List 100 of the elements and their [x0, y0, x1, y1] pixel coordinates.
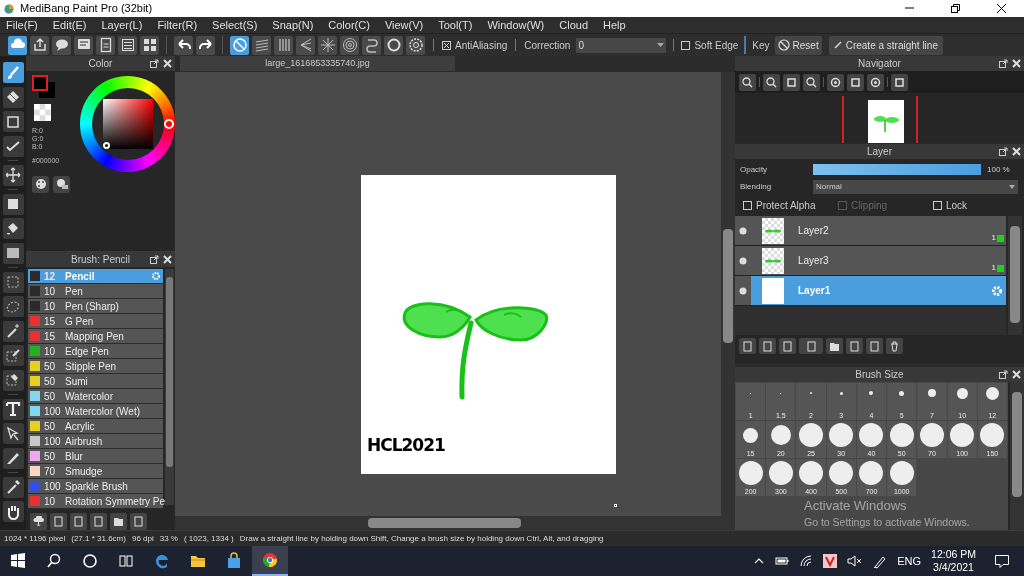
activation-title: Activate Windows	[804, 498, 908, 515]
brush-name: Watercolor (Wet)	[65, 404, 140, 419]
brush-size: 100	[44, 434, 62, 449]
brush-name: Sparkle Brush	[65, 479, 128, 494]
cursor-position: ( 1023, 1334 )	[183, 532, 234, 545]
status-hint: Draw a straight line by holding down Shift, Change a brush size by holding down Ctrl, Alt, and dragging	[239, 532, 604, 545]
panel-title: Brush: Pencil	[71, 253, 130, 267]
brush-size: 50	[44, 389, 57, 404]
blending-dropdown[interactable]: Normal	[813, 180, 1018, 194]
activation-message: Go to Settings to activate Windows.	[804, 516, 970, 530]
layer-name: Layer3	[798, 254, 829, 268]
language-indicator[interactable]: ENG	[897, 552, 922, 570]
panel-title: Brush Size	[855, 368, 904, 382]
checkbox-label: Protect Alpha	[756, 198, 816, 213]
brush-size: 50	[44, 419, 57, 434]
brush-name: Pen (Sharp)	[65, 299, 119, 314]
layer-row[interactable]: Layer2 1	[735, 216, 1006, 246]
checkbox-label: Soft Edge	[694, 38, 739, 53]
menu-item[interactable]: View(V)	[384, 19, 424, 31]
layer-count: 1	[991, 234, 996, 242]
handwritten-text: HCL2021	[367, 434, 445, 457]
brush-list-item[interactable]: 50 Sumi	[28, 374, 163, 389]
reset-button[interactable]: Reset	[774, 35, 822, 55]
opacity-label: Opacity	[740, 163, 769, 176]
menu-item[interactable]: Edit(E)	[52, 19, 87, 31]
brush-size: 10	[44, 284, 57, 299]
brush-size: 100	[44, 479, 62, 494]
layer-count: 1	[991, 264, 996, 272]
correction-label: Correction	[524, 38, 571, 53]
straight-line-button[interactable]: Create a straight line	[828, 35, 943, 55]
menu-item[interactable]: Snap(N)	[272, 19, 314, 31]
brush-name: Sumi	[65, 374, 88, 389]
brush-size: 15	[44, 329, 57, 344]
window-title: MediBang Paint Pro (32bit)	[20, 1, 153, 17]
physical-size: (27.1 * 31.6cm)	[71, 532, 126, 545]
brush-list-item[interactable]: 10 Edge Pen	[28, 344, 163, 359]
layer-name: Layer2	[798, 224, 829, 238]
brush-size: 100	[44, 404, 62, 419]
brush-list-item[interactable]: 100 Airbrush	[28, 434, 163, 449]
brush-size: 10	[44, 344, 57, 359]
brush-name: Blur	[65, 449, 83, 464]
brush-list-item[interactable]: 10 Rotation Symmetry Pe	[28, 494, 163, 509]
brush-size: 12	[44, 269, 57, 284]
menu-item[interactable]: Cloud	[559, 19, 588, 31]
document-tab[interactable]: large_1616853335740.jpg	[180, 56, 455, 71]
brush-list-item[interactable]: 10 Pen (Sharp)	[28, 299, 163, 314]
brush-size: 10	[44, 494, 57, 509]
brush-size: 50	[44, 359, 57, 374]
checkbox-label: Clipping	[851, 198, 888, 213]
brush-name: Edge Pen	[65, 344, 109, 359]
layer-name: Layer1	[798, 284, 831, 298]
brush-size: 70	[44, 464, 57, 479]
checkbox-label: Lock	[946, 198, 968, 213]
menu-item[interactable]: Window(W)	[487, 19, 545, 31]
brush-name: Watercolor	[65, 389, 113, 404]
blending-label: Blending	[740, 181, 773, 193]
menu-item[interactable]: File(F)	[6, 19, 38, 31]
brush-list-item[interactable]: 50 Watercolor	[28, 389, 163, 404]
brush-list-item[interactable]: 70 Smudge	[28, 464, 163, 479]
brush-list-item[interactable]: 15 G Pen	[28, 314, 163, 329]
key-label: Key	[752, 38, 770, 53]
brush-list-item[interactable]: 10 Pen	[28, 284, 163, 299]
brush-name: Pencil	[65, 269, 95, 284]
checkbox-label: AntiAliasing	[455, 38, 508, 53]
brush-name: Smudge	[65, 464, 103, 479]
menu-item[interactable]: Filter(R)	[157, 19, 198, 31]
brush-name: Pen	[65, 284, 83, 299]
panel-title: Layer	[867, 145, 892, 159]
brush-list-item[interactable]: 50 Stipple Pen	[28, 359, 163, 374]
menu-item[interactable]: Color(C)	[328, 19, 370, 31]
brush-name: Mapping Pen	[65, 329, 124, 344]
clock-date[interactable]: 3/4/2021	[933, 561, 974, 574]
resolution: 96 dpi	[131, 532, 154, 545]
menu-item[interactable]: Tool(T)	[438, 19, 473, 31]
menu-item[interactable]: Help	[603, 19, 626, 31]
brush-name: Acrylic	[65, 419, 95, 434]
panel-title: Color	[88, 57, 113, 71]
opacity-value: 100 %	[987, 163, 1010, 176]
brush-list-item[interactable]: 50 Acrylic	[28, 419, 163, 434]
layer-row[interactable]: Layer3 1	[735, 246, 1006, 276]
brush-size: 15	[44, 314, 57, 329]
brush-name: Airbrush	[65, 434, 103, 449]
brush-name: Rotation Symmetry Pe	[65, 494, 166, 509]
canvas-page[interactable]: HCL2021	[361, 175, 616, 474]
brush-size: 10	[44, 299, 57, 314]
zoom-level: 33 %	[159, 532, 178, 545]
brush-list-item[interactable]: 100 Sparkle Brush	[28, 479, 163, 494]
correction-dropdown[interactable]: 0	[576, 37, 667, 53]
clock-time[interactable]: 12:06 PM	[931, 548, 976, 561]
brush-name: G Pen	[65, 314, 94, 329]
brush-size: 50	[44, 374, 57, 389]
brush-list-item[interactable]: 15 Mapping Pen	[28, 329, 163, 344]
brush-name: Stipple Pen	[65, 359, 117, 374]
brush-list-item[interactable]: 50 Blur	[28, 449, 163, 464]
panel-title: Navigator	[858, 57, 901, 71]
brush-size: 50	[44, 449, 57, 464]
menu-item[interactable]: Select(S)	[212, 19, 258, 31]
menu-item[interactable]: Layer(L)	[101, 19, 143, 31]
image-size: 1024 * 1196 pixel	[4, 532, 66, 545]
brush-list-item[interactable]: 100 Watercolor (Wet)	[28, 404, 163, 419]
